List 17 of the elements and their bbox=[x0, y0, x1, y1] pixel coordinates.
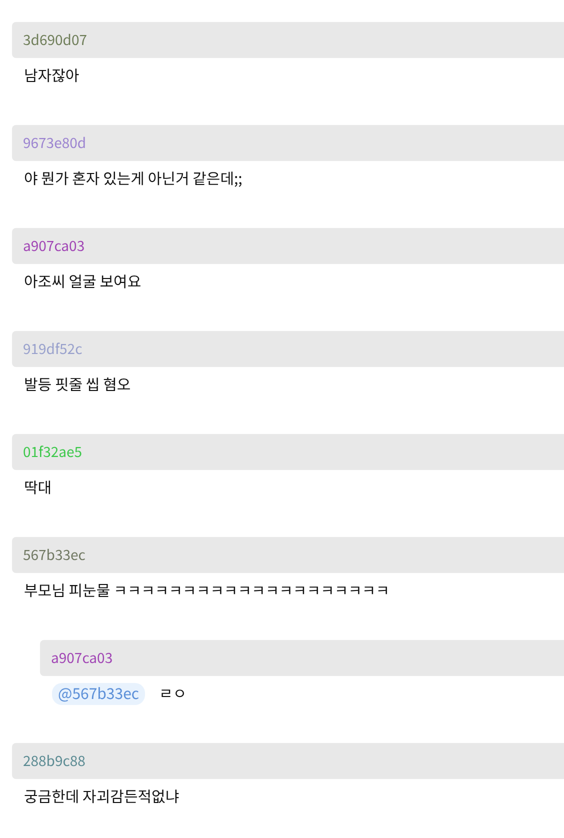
comment-text: 딱대 bbox=[24, 478, 52, 498]
comment-text: 발등 핏줄 씹 혐오 bbox=[24, 375, 131, 395]
author-id: 919df52c bbox=[23, 339, 82, 359]
author-id: a907ca03 bbox=[51, 648, 113, 668]
author-id: 3d690d07 bbox=[23, 30, 87, 50]
author-id: 9673e80d bbox=[23, 133, 86, 153]
author-id: a907ca03 bbox=[23, 236, 85, 256]
author-id: 288b9c88 bbox=[23, 751, 86, 771]
comment-text: 야 뭔가 혼자 있는게 아닌거 같은데;; bbox=[24, 169, 242, 189]
author-id: 567b33ec bbox=[23, 545, 86, 565]
comment-text: 궁금한데 자괴감든적없냐 bbox=[24, 787, 180, 807]
comment-text: 부모님 피눈물 ㅋㅋㅋㅋㅋㅋㅋㅋㅋㅋㅋㅋㅋㅋㅋㅋㅋㅋㅋㅋ bbox=[24, 581, 390, 601]
mention-tag[interactable]: @567b33ec bbox=[52, 683, 146, 705]
author-id: 01f32ae5 bbox=[23, 442, 82, 462]
comment-text: 남자잖아 bbox=[24, 66, 80, 86]
comment-text: ㄹㅇ bbox=[159, 684, 187, 704]
comment-text: 아조씨 얼굴 보여요 bbox=[24, 272, 142, 292]
